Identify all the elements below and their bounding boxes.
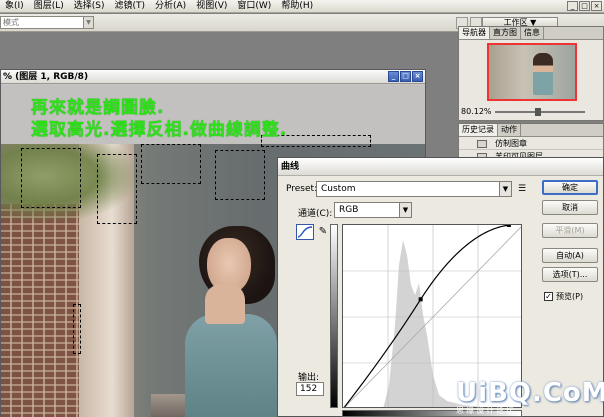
minimize-icon[interactable]: _ — [567, 1, 578, 11]
curve-point[interactable] — [343, 407, 345, 408]
menu-image[interactable]: 象(I) — [0, 0, 29, 13]
channel-select[interactable]: RGB ▼ — [334, 202, 412, 218]
thumbnail-figure — [533, 53, 553, 95]
selection-marquee — [21, 148, 81, 208]
mode-select-value: 模式 — [3, 18, 19, 27]
preset-value: Custom — [321, 184, 356, 194]
caption-line-2: 選取高光.選擇反相.做曲線調整. — [31, 120, 288, 140]
restore-icon[interactable]: □ — [579, 1, 590, 11]
navigator-tabs: 导航器 直方图 信息 — [459, 27, 603, 40]
selection-marquee — [141, 144, 201, 184]
channel-value: RGB — [339, 205, 359, 215]
chevron-down-icon: ▼ — [83, 17, 93, 28]
output-field[interactable]: 152 — [296, 382, 324, 396]
menu-bar: 象(I) 图层(L) 选择(S) 滤镜(T) 分析(A) 视图(V) 窗口(W)… — [0, 0, 604, 13]
doc-close-icon[interactable]: × — [412, 71, 423, 82]
mode-select[interactable]: 模式 ▼ — [0, 16, 94, 29]
document-window-controls: _ □ × — [388, 71, 423, 82]
navigator-zoom-slider[interactable] — [495, 108, 585, 116]
slider-knob[interactable] — [535, 108, 541, 116]
preset-options-icon[interactable]: ☰ — [518, 184, 526, 194]
smooth-button[interactable]: 平滑(M) — [542, 223, 598, 238]
doc-maximize-icon[interactable]: □ — [400, 71, 411, 82]
clone-stamp-icon — [477, 140, 487, 148]
output-gradient-bar — [330, 224, 338, 408]
tab-histogram[interactable]: 直方图 — [490, 27, 521, 39]
preview-label: 预览(P) — [556, 292, 584, 301]
photo-girl-arm — [205, 284, 245, 324]
menu-view[interactable]: 视图(V) — [191, 0, 232, 13]
preset-select[interactable]: Custom ▼ — [316, 181, 512, 197]
history-tabs: 历史记录 动作 — [459, 124, 603, 137]
photo-brick-wall — [1, 204, 79, 417]
watermark-sub: 思缘设计论坛 — [456, 406, 516, 415]
channel-label: 通道(C): — [298, 209, 333, 219]
menu-layer[interactable]: 图层(L) — [29, 0, 69, 13]
tab-navigator[interactable]: 导航器 — [459, 27, 490, 39]
selection-marquee — [215, 150, 265, 200]
menu-window[interactable]: 窗口(W) — [232, 0, 276, 13]
menu-filter[interactable]: 滤镜(T) — [109, 0, 150, 13]
doc-minimize-icon[interactable]: _ — [388, 71, 399, 82]
chevron-down-icon: ▼ — [499, 182, 511, 196]
tab-history[interactable]: 历史记录 — [459, 124, 498, 136]
options-button[interactable]: 选项(T)... — [542, 267, 598, 282]
tab-actions[interactable]: 动作 — [498, 124, 521, 136]
preview-checkbox[interactable]: ✓ 预览(P) — [544, 291, 583, 302]
checkbox-icon[interactable]: ✓ — [544, 292, 553, 301]
document-title: % (图层 1, RGB/8) — [3, 72, 89, 82]
cancel-button[interactable]: 取消 — [542, 200, 598, 215]
curve-point-tool-icon[interactable] — [296, 224, 314, 240]
menu-select[interactable]: 选择(S) — [69, 0, 110, 13]
menu-help[interactable]: 帮助(H) — [276, 0, 318, 13]
photo-girl-dress — [185, 314, 277, 417]
document-titlebar[interactable]: % (图层 1, RGB/8) _ □ × — [1, 70, 425, 84]
selection-marquee — [73, 304, 81, 354]
pencil-icon[interactable]: ✎ — [316, 225, 330, 239]
close-icon[interactable]: × — [591, 1, 602, 11]
history-item[interactable]: 仿制图章 — [459, 138, 603, 150]
curve-point[interactable] — [506, 225, 511, 227]
watermark-logo: UiBQ.CoM — [456, 378, 604, 408]
navigator-zoom[interactable]: 80.12% — [461, 107, 492, 116]
auto-button[interactable]: 自动(A) — [542, 248, 598, 263]
curves-title: 曲线 — [278, 158, 603, 176]
menu-analysis[interactable]: 分析(A) — [150, 0, 191, 13]
navigator-thumbnail[interactable] — [487, 43, 577, 101]
tab-info[interactable]: 信息 — [521, 27, 544, 39]
preset-label: Preset: — [286, 184, 318, 194]
history-item-label: 仿制图章 — [495, 139, 527, 148]
selection-marquee — [97, 154, 137, 224]
ok-button[interactable]: 确定 — [542, 180, 598, 195]
curve-point[interactable] — [418, 297, 423, 302]
navigator-panel: 导航器 直方图 信息 80.12% — [458, 26, 604, 121]
chevron-down-icon: ▼ — [399, 203, 411, 217]
app-window-controls: _ □ × — [567, 1, 602, 11]
